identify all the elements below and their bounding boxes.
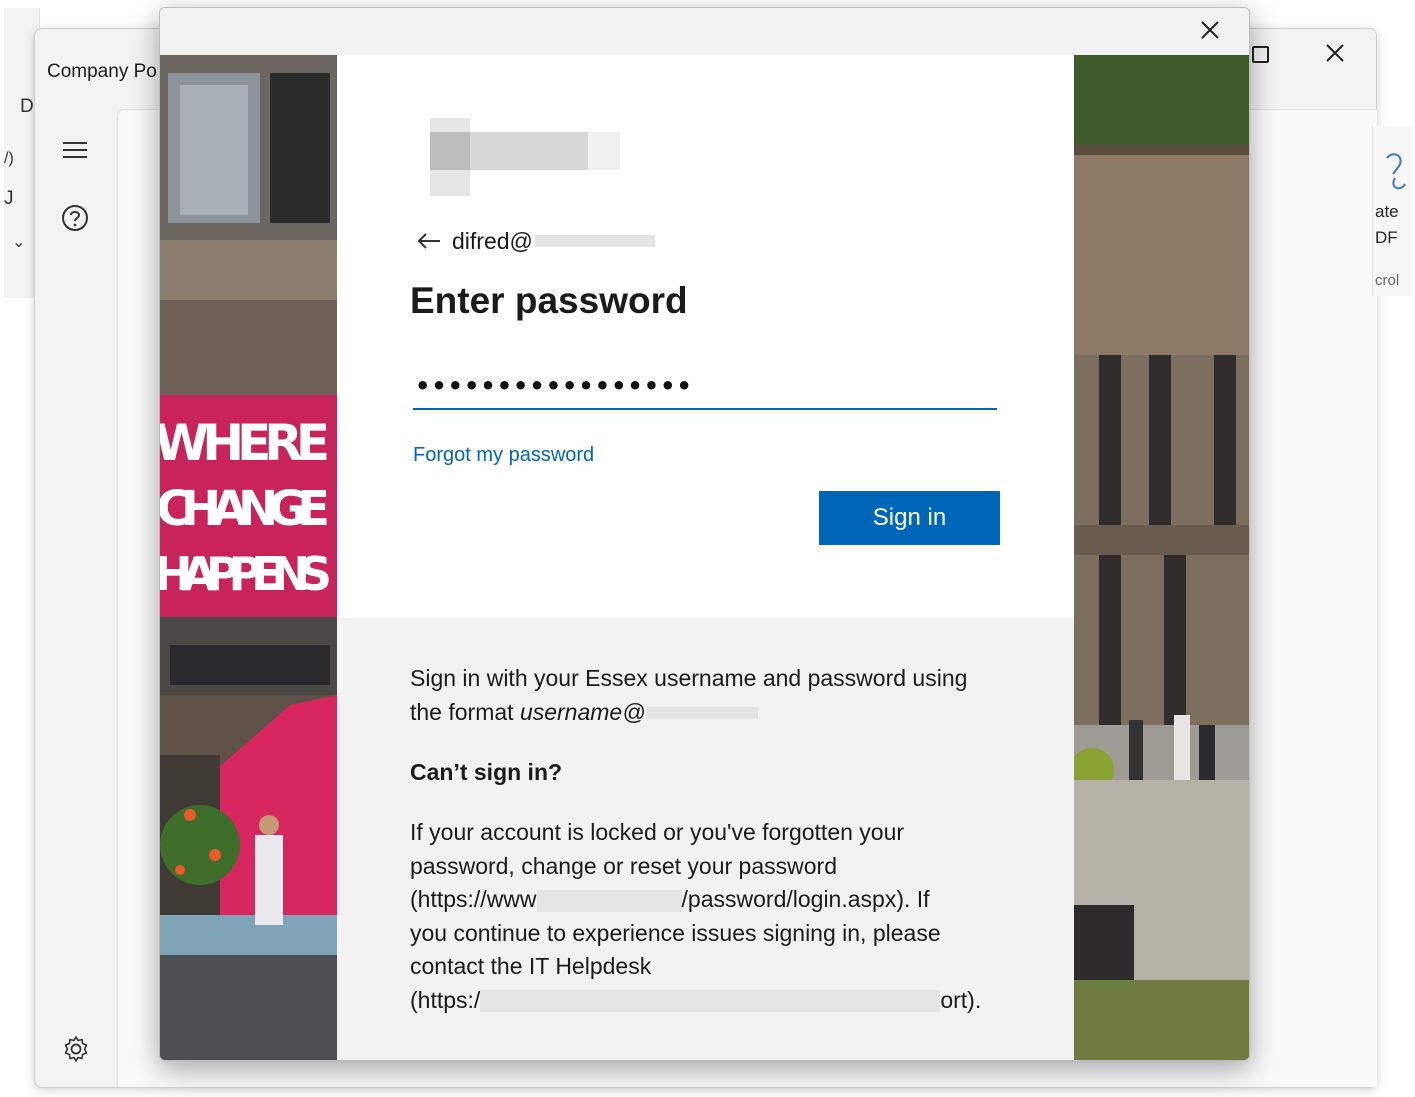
campus-photo-left: WHERE CHANGE HAPPENS [160, 55, 337, 1060]
link-icon [1386, 153, 1406, 190]
sign-in-button[interactable]: Sign in [819, 491, 1000, 545]
forgot-password-link[interactable]: Forgot my password [413, 444, 594, 467]
nav-rail [35, 109, 117, 1087]
footer-help-line: you continue to experience issues signin… [410, 919, 941, 946]
banner-text: CHANGE [160, 481, 330, 537]
hamburger-menu-icon[interactable] [60, 135, 90, 165]
footer-text: /password/login.aspx). If [681, 886, 930, 912]
cant-sign-in-heading: Can’t sign in? [410, 759, 563, 785]
arrow-left-icon[interactable] [416, 230, 442, 252]
banner-text: WHERE [160, 414, 330, 472]
footer-help: If your account is locked or you've forg… [410, 816, 981, 1017]
gear-icon[interactable] [61, 1034, 91, 1064]
background-photo-left: WHERE CHANGE HAPPENS [160, 55, 337, 1060]
redacted-domain [645, 707, 758, 720]
close-icon [1326, 44, 1344, 62]
footer-help-line: (https://www/password/login.aspx). If [410, 883, 981, 917]
window-title: Company Po [47, 61, 157, 82]
identity-email: difred@ [452, 227, 533, 254]
footer-intro-line: the format username@ [410, 696, 967, 730]
background-photo-right [1074, 55, 1249, 1060]
page-title: Enter password [410, 280, 688, 321]
footer-help-line: If your account is locked or you've forg… [410, 819, 905, 845]
bg-fragment: ⌄ [12, 234, 26, 251]
footer-help-line: contact the IT Helpdesk [410, 953, 652, 979]
footer-text: the format [410, 698, 520, 725]
footer-text: (https:/ [410, 986, 481, 1013]
dialog-titlebar [160, 8, 1249, 55]
redacted-url [536, 889, 682, 912]
footer-help-line: password, change or reset your password [410, 852, 837, 879]
help-circle-icon[interactable] [60, 203, 90, 233]
bg-fragment: crol [1375, 272, 1400, 289]
dialog-close-button[interactable] [1194, 14, 1226, 46]
bg-fragment: DF [1375, 228, 1398, 247]
desktop-top-strip [0, 0, 1415, 7]
organization-logo [430, 118, 622, 196]
redacted-domain [534, 235, 655, 247]
bg-fragment: ate [1375, 202, 1399, 221]
footer-help-line: (https:/ ort). [410, 984, 981, 1018]
window-close-button[interactable] [1317, 39, 1353, 69]
footer-intro-line: Sign in with your Essex username and pas… [410, 665, 968, 691]
banner-text: HAPPENS [160, 547, 332, 601]
password-input[interactable] [413, 363, 997, 410]
footer-username-format: username@ [519, 698, 646, 725]
footer-text: (https://www [410, 886, 537, 912]
campus-photo-right [1074, 55, 1249, 1060]
bg-fragment: /) [4, 150, 14, 167]
close-icon [1201, 21, 1219, 39]
bg-fragment: D [20, 96, 34, 117]
sign-in-dialog: WHERE CHANGE HAPPENS [159, 7, 1250, 1061]
identity-row[interactable]: difred@ [416, 226, 655, 256]
footer-text: ort). [940, 986, 982, 1013]
redacted-url [480, 990, 941, 1013]
footer-intro: Sign in with your Essex username and pas… [410, 662, 967, 729]
background-app-right: ate DF crol [1372, 126, 1412, 296]
maximize-icon[interactable] [1252, 46, 1269, 63]
bg-fragment: J [4, 188, 14, 209]
